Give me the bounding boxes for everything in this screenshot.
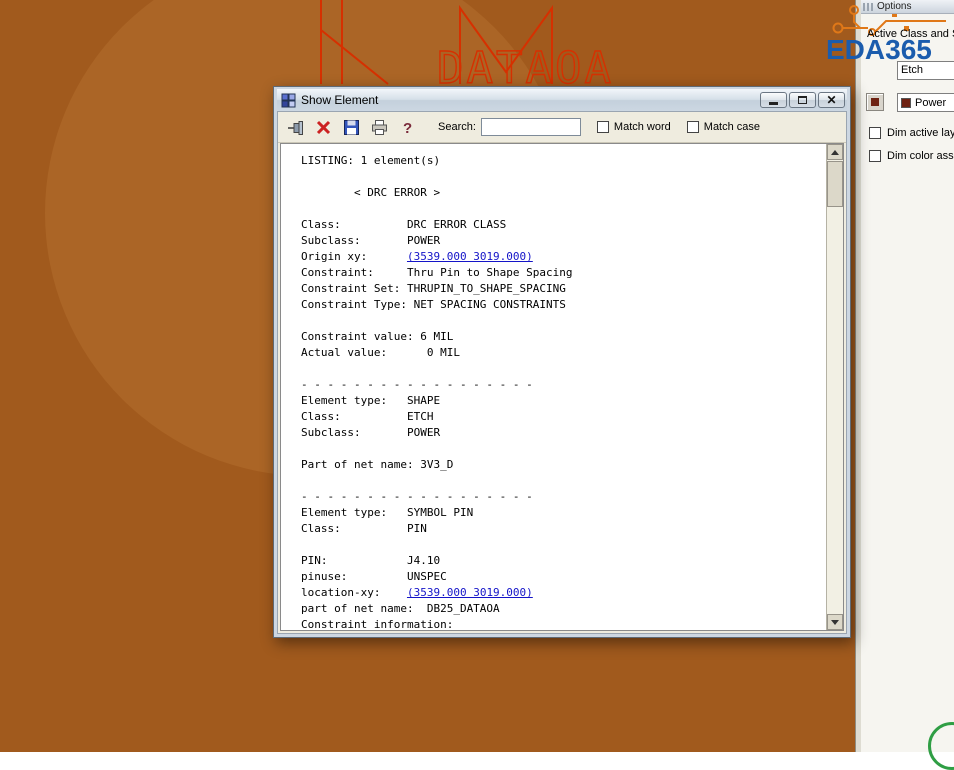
dim-color-label: Dim color assi	[887, 150, 954, 162]
delete-icon[interactable]	[310, 115, 336, 139]
match-word-checkbox[interactable]	[597, 121, 609, 133]
scroll-down-icon	[831, 620, 839, 625]
subclass-dropdown-value: Power	[915, 95, 946, 111]
listing-line: Constraint value: 6 MIL	[301, 329, 826, 345]
minimize-icon	[769, 102, 778, 105]
listing-line: Constraint Set: THRUPIN_TO_SHAPE_SPACING	[301, 281, 826, 297]
options-panel-title: Options	[877, 1, 911, 12]
dialog-window-icon	[281, 93, 296, 108]
match-case-checkbox[interactable]	[687, 121, 699, 133]
subclass-color-chip	[871, 98, 879, 106]
dim-active-label: Dim active lay	[887, 127, 954, 139]
listing-line: location-xy: (3539.000 3019.000)	[301, 585, 826, 601]
match-case-label: Match case	[704, 121, 760, 133]
listing-line: Class: PIN	[301, 521, 826, 537]
listing-line: LISTING: 1 element(s)	[301, 153, 826, 169]
listing-panel: LISTING: 1 element(s) < DRC ERROR > Class…	[280, 143, 844, 631]
listing-line	[301, 473, 826, 489]
svg-text:?: ?	[403, 120, 412, 137]
pin-icon[interactable]	[282, 115, 308, 139]
listing-line: Element type: SHAPE	[301, 393, 826, 409]
caption-buttons: ✕	[758, 92, 845, 108]
dim-active-checkbox-row[interactable]: Dim active lay	[869, 127, 954, 139]
listing-line	[301, 169, 826, 185]
maximize-button[interactable]	[789, 92, 816, 108]
close-button[interactable]: ✕	[818, 92, 845, 108]
options-panel-header[interactable]: Options	[861, 0, 954, 14]
close-icon: ✕	[826, 94, 836, 106]
dim-color-checkbox[interactable]	[869, 150, 881, 162]
listing-line	[301, 537, 826, 553]
dialog-titlebar[interactable]: Show Element ✕	[277, 89, 847, 111]
dialog-toolbar: ? Search: Match word Match case	[278, 112, 846, 143]
listing-line: Origin xy: (3539.000 3019.000)	[301, 249, 826, 265]
coordinate-link[interactable]: (3539.000 3019.000)	[407, 250, 533, 263]
listing-line: < DRC ERROR >	[301, 185, 826, 201]
minimize-button[interactable]	[760, 92, 787, 108]
listing-line: Constraint: Thru Pin to Shape Spacing	[301, 265, 826, 281]
subclass-color-swatch	[901, 98, 911, 108]
vertical-scrollbar[interactable]	[826, 144, 843, 630]
scroll-up-icon	[831, 150, 839, 155]
dim-active-checkbox[interactable]	[869, 127, 881, 139]
listing-line: Class: ETCH	[301, 409, 826, 425]
listing-line: Class: DRC ERROR CLASS	[301, 217, 826, 233]
listing-line: Constraint Type: NET SPACING CONSTRAINTS	[301, 297, 826, 313]
active-class-label: Active Class and S	[867, 28, 954, 40]
panel-grip-icon	[863, 3, 874, 11]
class-dropdown[interactable]: Etch	[897, 61, 954, 80]
listing-line: Constraint information:	[301, 617, 826, 630]
listing-line: PIN: J4.10	[301, 553, 826, 569]
listing-line: - - - - - - - - - - - - - - - - - -	[301, 377, 826, 393]
listing-line	[301, 313, 826, 329]
listing-line: - - - - - - - - - - - - - - - - - -	[301, 489, 826, 505]
dim-color-checkbox-row[interactable]: Dim color assi	[869, 150, 954, 162]
listing-line: Part of net name: 3V3_D	[301, 457, 826, 473]
listing-content: LISTING: 1 element(s) < DRC ERROR > Class…	[281, 144, 826, 630]
dialog-body: ? Search: Match word Match case LISTING:…	[277, 111, 847, 634]
listing-line: Subclass: POWER	[301, 233, 826, 249]
match-word-row[interactable]: Match word	[597, 121, 671, 133]
options-panel: Options Active Class and S Etch Power Di…	[861, 0, 954, 752]
match-word-label: Match word	[614, 121, 671, 133]
listing-line: Subclass: POWER	[301, 425, 826, 441]
match-case-row[interactable]: Match case	[687, 121, 760, 133]
save-icon[interactable]	[338, 115, 364, 139]
help-icon[interactable]: ?	[394, 115, 420, 139]
maximize-icon	[798, 96, 807, 104]
listing-line: part of net name: DB25_DATAOA	[301, 601, 826, 617]
listing-line	[301, 201, 826, 217]
scrollbar-thumb[interactable]	[827, 161, 843, 207]
print-icon[interactable]	[366, 115, 392, 139]
show-element-dialog: Show Element ✕	[273, 86, 851, 638]
listing-line	[301, 441, 826, 457]
scroll-down-button[interactable]	[827, 614, 843, 630]
coordinate-link[interactable]: (3539.000 3019.000)	[407, 586, 533, 599]
listing-line: pinuse: UNSPEC	[301, 569, 826, 585]
dialog-title: Show Element	[301, 93, 758, 107]
subclass-dropdown[interactable]: Power	[897, 93, 954, 112]
listing-line	[301, 361, 826, 377]
listing-line: Element type: SYMBOL PIN	[301, 505, 826, 521]
listing-line: Actual value: 0 MIL	[301, 345, 826, 361]
search-input[interactable]	[481, 118, 581, 136]
scroll-up-button[interactable]	[827, 144, 843, 160]
subclass-color-button[interactable]	[866, 93, 884, 111]
class-dropdown-value: Etch	[901, 64, 923, 76]
search-label: Search:	[438, 121, 476, 133]
